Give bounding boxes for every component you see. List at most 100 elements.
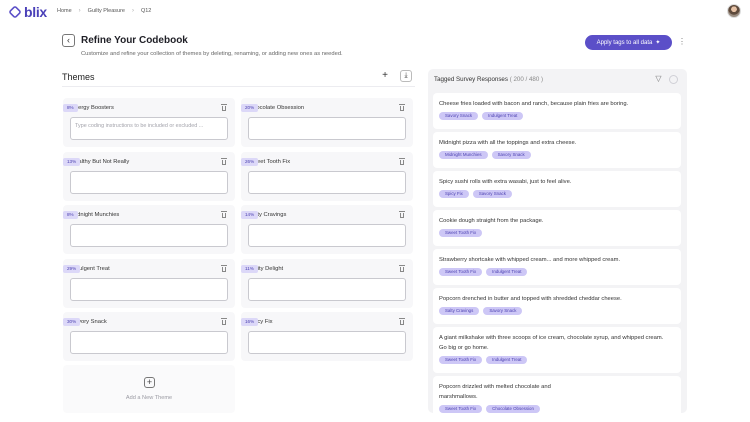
response-text: Midnight pizza with all the toppings and… (439, 140, 577, 146)
theme-percentage-badge: 26% (241, 158, 259, 166)
theme-tag[interactable]: Spicy Fix (439, 190, 469, 198)
breadcrumb: Home › Guilty Pleasure › Q12 (57, 8, 151, 14)
theme-instructions-input[interactable] (248, 331, 406, 354)
theme-tag[interactable]: Savory Snack (483, 307, 523, 315)
themes-header: Themes + ⤓ (62, 69, 415, 87)
response-text: Popcorn drizzled with melted chocolate a… (439, 384, 551, 400)
responses-title: Tagged Survey Responses (434, 76, 508, 83)
back-button[interactable]: ‹ (62, 34, 75, 47)
add-theme-label: Add a New Theme (125, 395, 173, 401)
breadcrumb-item-home[interactable]: Home (57, 8, 72, 14)
response-tags: Spicy Fix Savory Snack (439, 190, 512, 198)
response-card[interactable]: Midnight pizza with all the toppings and… (433, 132, 681, 168)
theme-card: Spicy Fix 16% (241, 312, 413, 361)
theme-tag[interactable]: Sweet Tooth Fix (439, 405, 483, 413)
theme-instructions-input[interactable] (70, 331, 228, 354)
response-card[interactable]: Cheese fries loaded with bacon and ranch… (433, 93, 681, 129)
chevron-left-icon: ‹ (67, 35, 70, 45)
theme-card: Energy Boosters 8% Type coding instruction… (63, 98, 235, 147)
trash-icon[interactable] (221, 318, 227, 326)
theme-tag[interactable]: Salty Cravings (439, 307, 480, 315)
download-icon[interactable]: ⤓ (400, 70, 412, 82)
breadcrumb-item-project[interactable]: Guilty Pleasure (88, 8, 125, 14)
response-tags: Salty Cravings Savory Snack (439, 307, 523, 315)
theme-card: Indulgent Treat 29% (63, 259, 235, 308)
theme-name[interactable]: Midnight Munchies (71, 212, 119, 218)
theme-tag[interactable]: Sweet Tooth Fix (439, 356, 483, 364)
theme-percentage-badge: 14% (241, 211, 259, 219)
theme-instructions-input[interactable]: Type coding instructions to be included … (70, 117, 228, 140)
chevron-right-icon: › (78, 8, 81, 14)
page-subtitle: Customize and refine your collection of … (81, 51, 343, 57)
theme-instructions-input[interactable] (248, 224, 406, 247)
more-vertical-icon[interactable]: ⋮ (678, 37, 686, 48)
trash-icon[interactable] (221, 211, 227, 219)
theme-card: Midnight Munchies 8% (63, 205, 235, 254)
theme-tag[interactable]: Indulgent Treat (482, 112, 524, 120)
response-tags: Sweet Tooth Fix Chocolate Obsession (439, 405, 540, 413)
theme-instructions-input[interactable] (248, 278, 406, 301)
theme-percentage-badge: 30% (63, 318, 81, 326)
top-bar: blix Home › Guilty Pleasure › Q12 (0, 0, 750, 24)
theme-instructions-input[interactable] (70, 224, 228, 247)
theme-card: Salty Cravings 14% (241, 205, 413, 254)
trash-icon[interactable] (221, 265, 227, 273)
theme-tag[interactable]: Sweet Tooth Fix (439, 268, 483, 276)
theme-tag[interactable]: Savory Snack (491, 151, 531, 159)
theme-card: Savory Snack 30% (63, 312, 235, 361)
response-card[interactable]: Popcorn drenched in butter and topped wi… (433, 288, 681, 324)
response-text: Strawberry shortcake with whipped cream.… (439, 257, 621, 263)
refresh-icon[interactable] (669, 75, 678, 84)
logo-icon (8, 5, 22, 19)
responses-header: Tagged Survey Responses ( 200 / 480 ) (434, 76, 543, 83)
theme-tag[interactable]: Indulgent Treat (486, 268, 528, 276)
response-card[interactable]: A giant milkshake with three scoops of i… (433, 327, 681, 373)
response-tags: Sweet Tooth Fix Indulgent Treat (439, 356, 528, 364)
theme-tag[interactable]: Sweet Tooth Fix (439, 229, 483, 237)
user-avatar[interactable] (727, 4, 741, 18)
trash-icon[interactable] (399, 104, 405, 112)
theme-instructions-input[interactable] (70, 278, 228, 301)
theme-percentage-badge: 11% (241, 265, 258, 273)
sparkles-icon: ✦ (655, 40, 661, 46)
response-tags: Savory Snack Indulgent Treat (439, 112, 524, 120)
chevron-right-icon: › (131, 8, 134, 14)
theme-percentage-badge: 8% (63, 211, 78, 219)
app-logo[interactable]: blix (8, 4, 47, 20)
response-card[interactable]: Spicy sushi rolls with extra wasabi, jus… (433, 171, 681, 207)
trash-icon[interactable] (221, 158, 227, 166)
theme-percentage-badge: 16% (241, 318, 259, 326)
responses-count: ( 200 / 480 ) (509, 76, 544, 83)
theme-card: Sweet Tooth Fix 26% (241, 152, 413, 201)
theme-instructions-input[interactable] (248, 117, 406, 140)
theme-card: Chocolate Obsession 20% (241, 98, 413, 147)
apply-tags-button[interactable]: Apply tags to all data ✦ (585, 35, 672, 50)
theme-card: Healthy But Not Really 13% (63, 152, 235, 201)
response-card[interactable]: Cookie dough straight from the package. S… (433, 210, 681, 246)
theme-tag[interactable]: Savory Snack (439, 112, 479, 120)
response-card[interactable]: Popcorn drizzled with melted chocolate a… (433, 376, 681, 413)
response-text: Cookie dough straight from the package. (439, 218, 544, 224)
logo-text: blix (24, 4, 47, 20)
theme-tag[interactable]: Midnight Munchies (439, 151, 488, 159)
filter-icon[interactable]: ▽ (654, 75, 663, 84)
trash-icon[interactable] (399, 265, 405, 273)
response-card[interactable]: Strawberry shortcake with whipped cream.… (433, 249, 681, 285)
theme-instructions-input[interactable] (248, 171, 406, 194)
trash-icon[interactable] (399, 158, 405, 166)
plus-icon[interactable]: + (380, 71, 390, 81)
tagged-responses-panel: Tagged Survey Responses ( 200 / 480 ) ▽ … (428, 69, 687, 413)
trash-icon[interactable] (399, 318, 405, 326)
add-theme-card[interactable]: + Add a New Theme (63, 365, 235, 413)
theme-instructions-input[interactable] (70, 171, 228, 194)
theme-percentage-badge: 13% (63, 158, 81, 166)
trash-icon[interactable] (399, 211, 405, 219)
themes-title: Themes (62, 72, 95, 82)
trash-icon[interactable] (221, 104, 227, 112)
theme-percentage-badge: 8% (63, 104, 78, 112)
theme-tag[interactable]: Chocolate Obsession (486, 405, 540, 413)
theme-tag[interactable]: Indulgent Treat (486, 356, 528, 364)
response-text: Popcorn drenched in butter and topped wi… (439, 296, 622, 302)
plus-icon: + (144, 377, 155, 388)
theme-tag[interactable]: Savory Snack (472, 190, 512, 198)
